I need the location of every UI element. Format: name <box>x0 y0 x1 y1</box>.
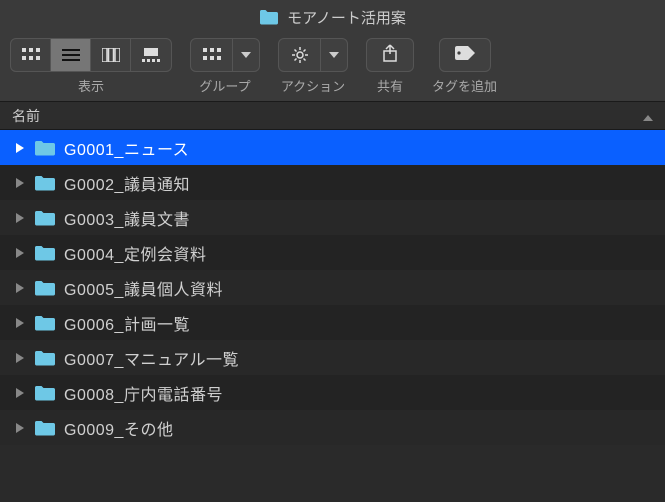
view-gallery-button[interactable] <box>131 39 171 71</box>
folder-icon <box>34 385 56 401</box>
add-tag-button[interactable] <box>439 38 491 72</box>
file-row[interactable]: G0006_計画一覧 <box>0 305 665 340</box>
file-name: G0001_ニュース <box>64 136 189 160</box>
tag-group: タグを追加 <box>432 38 497 99</box>
view-switch-group: 表示 <box>10 38 172 99</box>
folder-icon <box>34 280 56 296</box>
share-icon <box>382 44 398 67</box>
file-row[interactable]: G0001_ニュース <box>0 130 665 165</box>
folder-icon <box>34 210 56 226</box>
file-row[interactable]: G0009_その他 <box>0 410 665 445</box>
share-button[interactable] <box>366 38 414 72</box>
file-name: G0006_計画一覧 <box>64 311 190 335</box>
file-list: G0001_ニュース G0002_議員通知 G0003_議員文書 G0004_定例会資… <box>0 130 665 445</box>
column-name-label: 名前 <box>12 106 40 126</box>
disclosure-triangle-icon[interactable] <box>14 248 26 258</box>
file-name: G0004_定例会資料 <box>64 241 206 265</box>
view-icon-button[interactable] <box>11 39 51 71</box>
disclosure-triangle-icon[interactable] <box>14 178 26 188</box>
file-row[interactable]: G0003_議員文書 <box>0 200 665 235</box>
group-main-icon[interactable] <box>191 39 233 71</box>
disclosure-triangle-icon[interactable] <box>14 318 26 328</box>
titlebar: モアノート活用案 <box>0 0 665 34</box>
view-columns-button[interactable] <box>91 39 131 71</box>
folder-icon <box>34 420 56 436</box>
action-dropdown[interactable] <box>278 38 348 72</box>
window-title: モアノート活用案 <box>287 7 406 28</box>
chevron-down-icon[interactable] <box>233 39 259 71</box>
disclosure-triangle-icon[interactable] <box>14 423 26 433</box>
file-name: G0003_議員文書 <box>64 206 190 230</box>
share-label: 共有 <box>377 76 403 99</box>
folder-icon <box>34 175 56 191</box>
file-name: G0002_議員通知 <box>64 171 190 195</box>
folder-icon <box>259 9 279 25</box>
view-list-button[interactable] <box>51 39 91 71</box>
folder-icon <box>34 140 56 156</box>
file-name: G0005_議員個人資料 <box>64 276 223 300</box>
group-label: グループ <box>199 76 250 99</box>
disclosure-triangle-icon[interactable] <box>14 283 26 293</box>
folder-icon <box>34 350 56 366</box>
file-row[interactable]: G0007_マニュアル一覧 <box>0 340 665 375</box>
share-group: 共有 <box>366 38 414 99</box>
sort-chevron-icon <box>643 108 653 124</box>
view-label: 表示 <box>78 76 104 99</box>
view-segmented-control <box>10 38 172 72</box>
group-dropdown[interactable] <box>190 38 260 72</box>
file-row[interactable]: G0005_議員個人資料 <box>0 270 665 305</box>
toolbar: 表示 グループ アクション 共有 <box>0 34 665 102</box>
file-row[interactable]: G0008_庁内電話番号 <box>0 375 665 410</box>
chevron-down-icon[interactable] <box>321 39 347 71</box>
disclosure-triangle-icon[interactable] <box>14 213 26 223</box>
gear-icon[interactable] <box>279 39 321 71</box>
file-name: G0007_マニュアル一覧 <box>64 346 239 370</box>
column-header[interactable]: 名前 <box>0 102 665 130</box>
action-label: アクション <box>281 76 345 99</box>
tag-label: タグを追加 <box>432 76 497 99</box>
disclosure-triangle-icon[interactable] <box>14 353 26 363</box>
file-row[interactable]: G0004_定例会資料 <box>0 235 665 270</box>
group-by-group: グループ <box>190 38 260 99</box>
disclosure-triangle-icon[interactable] <box>14 388 26 398</box>
file-name: G0009_その他 <box>64 416 173 440</box>
file-name: G0008_庁内電話番号 <box>64 381 223 405</box>
folder-icon <box>34 315 56 331</box>
folder-icon <box>34 245 56 261</box>
disclosure-triangle-icon[interactable] <box>14 143 26 153</box>
action-group: アクション <box>278 38 348 99</box>
file-row[interactable]: G0002_議員通知 <box>0 165 665 200</box>
tag-icon <box>454 45 476 66</box>
